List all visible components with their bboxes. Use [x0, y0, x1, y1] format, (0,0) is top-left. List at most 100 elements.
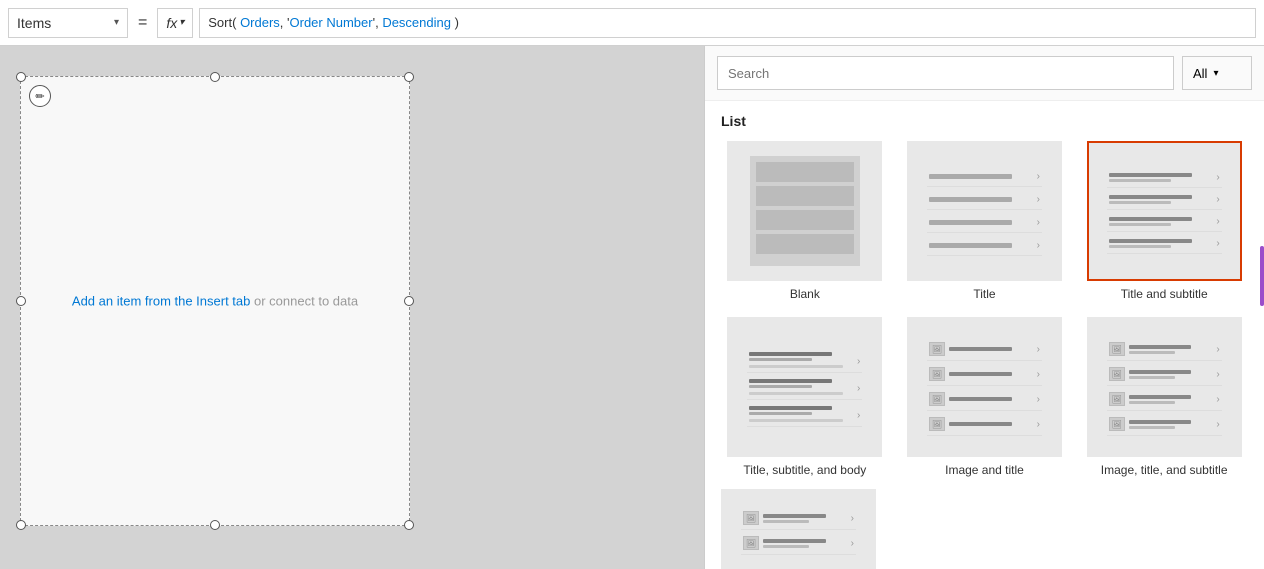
tsb-row-3: › [747, 402, 862, 427]
img-thumb-3: 🖼 [929, 392, 945, 406]
img-ts-row-1: 🖼 › [1107, 338, 1222, 361]
handle-tl[interactable] [16, 72, 26, 82]
blank-inner [750, 156, 860, 266]
fx-dropdown-arrow: ▾ [179, 17, 184, 28]
dropdown-arrow-icon: ▾ [114, 17, 119, 28]
template-preview-title: › › [907, 141, 1062, 281]
panel-search-input[interactable] [717, 56, 1174, 90]
right-panel: All ▾ List [704, 46, 1264, 569]
img-ts-arrow-4: › [1216, 419, 1219, 430]
ts-row-4: › [1107, 234, 1222, 254]
title-inner: › › [927, 167, 1042, 256]
panel-all-dropdown[interactable]: All ▾ [1182, 56, 1252, 90]
all-dropdown-arrow: ▾ [1213, 68, 1218, 79]
insert-tab-link[interactable]: Add an item from the Insert tab [72, 294, 250, 309]
fx-button[interactable]: fx ▾ [157, 8, 193, 38]
img-ts-arrow-1: › [1216, 344, 1219, 355]
title-row-4: › [927, 236, 1042, 256]
ts-arrow-3: › [1216, 216, 1219, 227]
img-ts-row-4: 🖼 › [1107, 413, 1222, 436]
tsb-row-1: › [747, 348, 862, 373]
img-title-row-3: 🖼 › [927, 388, 1042, 411]
handle-tc[interactable] [210, 72, 220, 82]
ts-row-2: › [1107, 190, 1222, 210]
template-preview-title-subtitle: › › [1087, 141, 1242, 281]
template-preview-image-title: 🖼 › 🖼 › [907, 317, 1062, 457]
canvas-frame[interactable]: ✏ Add an item from the Insert tab or con… [20, 76, 410, 526]
img-title-row-1: 🖼 › [927, 338, 1042, 361]
template-label-title-subtitle: Title and subtitle [1121, 287, 1208, 301]
template-item-title[interactable]: › › [901, 141, 1069, 301]
img-arrow-2: › [1037, 369, 1040, 380]
img-ts-thumb-2: 🖼 [1109, 367, 1125, 381]
main-area: ✏ Add an item from the Insert tab or con… [0, 46, 1264, 569]
img-ts-inner: 🖼 › 🖼 [1107, 338, 1222, 436]
template-preview-blank [727, 141, 882, 281]
template-item-image-title[interactable]: 🖼 › 🖼 › [901, 317, 1069, 477]
equals-sign: = [134, 14, 151, 32]
blank-row-1 [756, 162, 854, 182]
formula-text: Sort( Orders, 'Order Number', Descending… [208, 15, 459, 30]
all-label: All [1193, 66, 1207, 81]
ts-row-3: › [1107, 212, 1222, 232]
template-item-tsb[interactable]: › › [721, 317, 889, 477]
handle-bc[interactable] [210, 520, 220, 530]
toolbar: Items ▾ = fx ▾ Sort( Orders, 'Order Numb… [0, 0, 1264, 46]
blank-row-3 [756, 210, 854, 230]
items-dropdown-label: Items [17, 15, 110, 31]
canvas-hint-text: Add an item from the Insert tab or conne… [72, 294, 358, 309]
template-label-title: Title [973, 287, 995, 301]
template-preview-partial: 🖼 › 🖼 [721, 489, 876, 569]
img-title-inner: 🖼 › 🖼 › [927, 338, 1042, 436]
title-row-1: › [927, 167, 1042, 187]
items-dropdown[interactable]: Items ▾ [8, 8, 128, 38]
handle-tr[interactable] [404, 72, 414, 82]
canvas-hint: Add an item from the Insert tab or conne… [72, 294, 358, 309]
handle-br[interactable] [404, 520, 414, 530]
handle-mr[interactable] [404, 296, 414, 306]
title-arrow-1: › [1037, 171, 1040, 182]
template-item-blank[interactable]: Blank [721, 141, 889, 301]
img-ts-thumb-3: 🖼 [1109, 392, 1125, 406]
title-sub-inner: › › [1107, 168, 1222, 254]
template-item-image-title-subtitle[interactable]: 🖼 › 🖼 [1080, 317, 1248, 477]
img-arrow-4: › [1037, 419, 1040, 430]
img-ts-thumb-4: 🖼 [1109, 417, 1125, 431]
title-arrow-3: › [1037, 217, 1040, 228]
img-ts-arrow-2: › [1216, 369, 1219, 380]
panel-content: List Blank [705, 101, 1264, 569]
blank-row-4 [756, 234, 854, 254]
img-title-row-4: 🖼 › [927, 413, 1042, 436]
tsb-arrow-3: › [857, 410, 860, 421]
template-preview-tsb: › › [727, 317, 882, 457]
canvas-area: ✏ Add an item from the Insert tab or con… [0, 46, 704, 569]
img-title-row-2: 🖼 › [927, 363, 1042, 386]
ts-arrow-1: › [1216, 172, 1219, 183]
pencil-icon[interactable]: ✏ [29, 85, 51, 107]
title-row-3: › [927, 213, 1042, 233]
handle-bl[interactable] [16, 520, 26, 530]
formula-bar[interactable]: Sort( Orders, 'Order Number', Descending… [199, 8, 1256, 38]
title-arrow-4: › [1037, 240, 1040, 251]
img-ts-row-3: 🖼 › [1107, 388, 1222, 411]
ts-arrow-2: › [1216, 194, 1219, 205]
templates-grid-3: 🖼 › 🖼 [721, 489, 1248, 569]
template-label-image-title-subtitle: Image, title, and subtitle [1101, 463, 1228, 477]
img-arrow-1: › [1037, 344, 1040, 355]
img-ts-thumb-1: 🖼 [1109, 342, 1125, 356]
ts-row-1: › [1107, 168, 1222, 188]
template-label-tsb: Title, subtitle, and body [743, 463, 866, 477]
template-label-image-title: Image and title [945, 463, 1024, 477]
template-item-title-subtitle[interactable]: › › [1080, 141, 1248, 301]
handle-ml[interactable] [16, 296, 26, 306]
tsb-inner: › › [747, 348, 862, 427]
ts-arrow-4: › [1216, 238, 1219, 249]
img-ts-arrow-3: › [1216, 394, 1219, 405]
tsb-row-2: › [747, 375, 862, 400]
title-row-2: › [927, 190, 1042, 210]
template-item-partial[interactable]: 🖼 › 🖼 [721, 489, 876, 569]
img-ts-row-2: 🖼 › [1107, 363, 1222, 386]
img-arrow-3: › [1037, 394, 1040, 405]
template-preview-image-title-subtitle: 🖼 › 🖼 [1087, 317, 1242, 457]
section-title-list: List [721, 113, 1248, 129]
